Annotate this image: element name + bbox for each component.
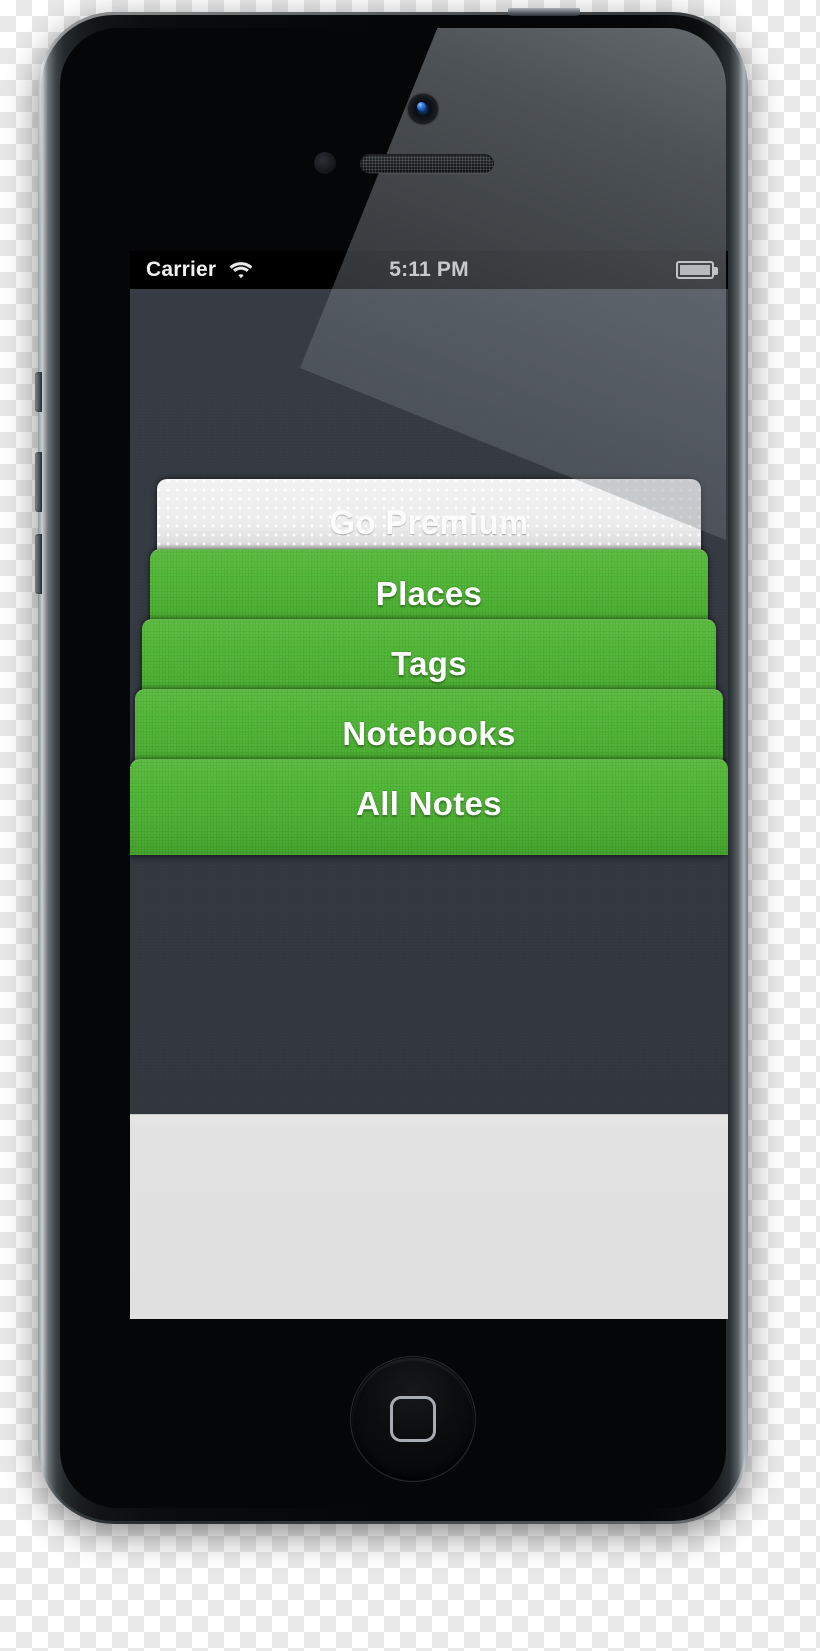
battery-full-icon	[676, 261, 718, 279]
tab-label-all-notes: All Notes	[356, 784, 502, 822]
tab-label-go-premium: Go Premium	[329, 504, 529, 541]
phone-screen: Carrier 5:11 PM Go Premium Places Tags N…	[130, 251, 728, 1319]
volume-down-button[interactable]	[35, 534, 42, 594]
content-panel	[130, 1114, 728, 1319]
earpiece-speaker-icon	[360, 154, 494, 173]
iphone-device-frame: Carrier 5:11 PM Go Premium Places Tags N…	[35, 8, 748, 1524]
proximity-sensor-icon	[314, 152, 336, 174]
front-camera-icon	[408, 94, 438, 124]
status-bar-clock: 5:11 PM	[389, 258, 469, 281]
power-button[interactable]	[508, 8, 580, 16]
tab-label-places: Places	[375, 574, 483, 612]
tab-label-notebooks: Notebooks	[342, 714, 516, 752]
tab-all-notes[interactable]: All Notes	[130, 759, 728, 855]
silent-switch[interactable]	[35, 372, 42, 412]
tab-label-tags: Tags	[391, 644, 467, 682]
status-bar: Carrier 5:11 PM	[130, 251, 728, 289]
home-button[interactable]	[350, 1356, 476, 1482]
home-button-square-icon	[390, 1396, 436, 1442]
volume-up-button[interactable]	[35, 452, 42, 512]
